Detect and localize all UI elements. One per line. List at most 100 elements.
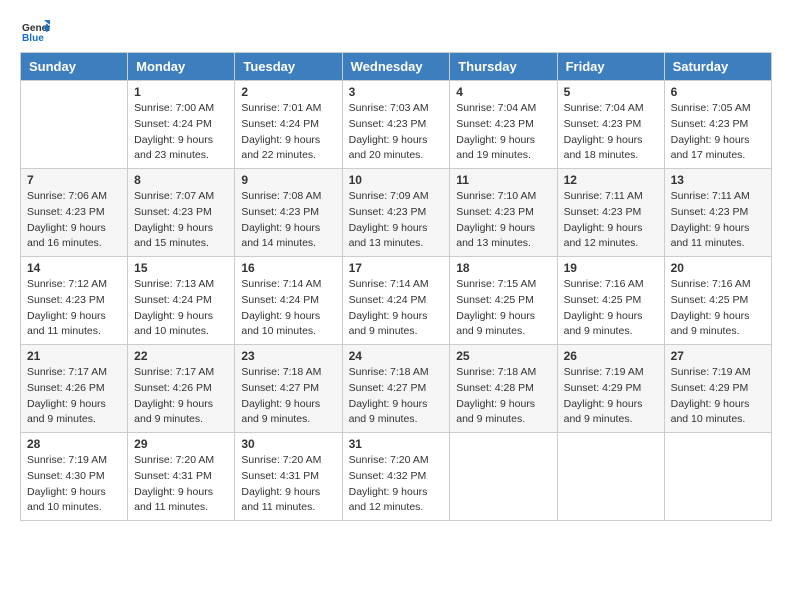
day-info: Sunrise: 7:04 AMSunset: 4:23 PMDaylight:…: [456, 101, 550, 164]
calendar-cell: 29Sunrise: 7:20 AMSunset: 4:31 PMDayligh…: [128, 433, 235, 521]
day-info: Sunrise: 7:10 AMSunset: 4:23 PMDaylight:…: [456, 189, 550, 252]
calendar-cell: 25 Sunrise: 7:18 AMSunset: 4:28 PMDayligh…: [450, 345, 557, 433]
day-number: 2: [241, 85, 335, 99]
calendar-cell: 6 Sunrise: 7:05 AMSunset: 4:23 PMDaylight…: [664, 81, 771, 169]
calendar-header-row: SundayMondayTuesdayWednesdayThursdayFrid…: [21, 53, 772, 81]
day-info: Sunrise: 7:17 AMSunset: 4:26 PMDaylight:…: [27, 365, 121, 428]
svg-text:Blue: Blue: [22, 33, 44, 42]
column-header-monday: Monday: [128, 53, 235, 81]
calendar-cell: 30 Sunrise: 7:20 AMSunset: 4:31 PMDayligh…: [235, 433, 342, 521]
calendar-cell: 31Sunrise: 7:20 AMSunset: 4:32 PMDayligh…: [342, 433, 450, 521]
calendar-cell: [557, 433, 664, 521]
week-row-1: 7 Sunrise: 7:06 AMSunset: 4:23 PMDaylight…: [21, 169, 772, 257]
day-info: Sunrise: 7:17 AMSunset: 4:26 PMDaylight:…: [134, 365, 228, 428]
day-info: Sunrise: 7:18 AMSunset: 4:28 PMDaylight:…: [456, 365, 550, 428]
day-number: 7: [27, 173, 121, 187]
day-info: Sunrise: 7:08 AMSunset: 4:23 PMDaylight:…: [241, 189, 335, 252]
day-number: 30: [241, 437, 335, 451]
day-number: 23: [241, 349, 335, 363]
day-number: 8: [134, 173, 228, 187]
calendar-cell: [450, 433, 557, 521]
day-number: 31: [349, 437, 444, 451]
column-header-tuesday: Tuesday: [235, 53, 342, 81]
day-number: 4: [456, 85, 550, 99]
day-number: 18: [456, 261, 550, 275]
calendar-cell: [664, 433, 771, 521]
day-info: Sunrise: 7:20 AMSunset: 4:31 PMDaylight:…: [134, 453, 228, 516]
calendar-cell: [21, 81, 128, 169]
day-number: 1: [134, 85, 228, 99]
general-blue-icon: General Blue: [22, 20, 50, 42]
calendar-cell: 27 Sunrise: 7:19 AMSunset: 4:29 PMDayligh…: [664, 345, 771, 433]
calendar-cell: 23Sunrise: 7:18 AMSunset: 4:27 PMDayligh…: [235, 345, 342, 433]
calendar-cell: 18 Sunrise: 7:15 AMSunset: 4:25 PMDayligh…: [450, 257, 557, 345]
column-header-wednesday: Wednesday: [342, 53, 450, 81]
day-info: Sunrise: 7:07 AMSunset: 4:23 PMDaylight:…: [134, 189, 228, 252]
calendar-cell: 16 Sunrise: 7:14 AMSunset: 4:24 PMDayligh…: [235, 257, 342, 345]
day-number: 24: [349, 349, 444, 363]
day-info: Sunrise: 7:20 AMSunset: 4:31 PMDaylight:…: [241, 453, 335, 516]
day-info: Sunrise: 7:01 AMSunset: 4:24 PMDaylight:…: [241, 101, 335, 164]
day-info: Sunrise: 7:06 AMSunset: 4:23 PMDaylight:…: [27, 189, 121, 252]
day-number: 5: [564, 85, 658, 99]
day-info: Sunrise: 7:16 AMSunset: 4:25 PMDaylight:…: [671, 277, 765, 340]
day-info: Sunrise: 7:18 AMSunset: 4:27 PMDaylight:…: [349, 365, 444, 428]
day-info: Sunrise: 7:19 AMSunset: 4:29 PMDaylight:…: [564, 365, 658, 428]
day-number: 22: [134, 349, 228, 363]
week-row-3: 21 Sunrise: 7:17 AMSunset: 4:26 PMDayligh…: [21, 345, 772, 433]
day-number: 27: [671, 349, 765, 363]
day-number: 20: [671, 261, 765, 275]
calendar-cell: 12Sunrise: 7:11 AMSunset: 4:23 PMDayligh…: [557, 169, 664, 257]
calendar-cell: 22 Sunrise: 7:17 AMSunset: 4:26 PMDayligh…: [128, 345, 235, 433]
calendar-cell: 9 Sunrise: 7:08 AMSunset: 4:23 PMDaylight…: [235, 169, 342, 257]
column-header-thursday: Thursday: [450, 53, 557, 81]
calendar-cell: 28Sunrise: 7:19 AMSunset: 4:30 PMDayligh…: [21, 433, 128, 521]
day-info: Sunrise: 7:14 AMSunset: 4:24 PMDaylight:…: [349, 277, 444, 340]
calendar-table: SundayMondayTuesdayWednesdayThursdayFrid…: [20, 52, 772, 521]
day-number: 21: [27, 349, 121, 363]
column-header-sunday: Sunday: [21, 53, 128, 81]
day-number: 25: [456, 349, 550, 363]
page-container: General Blue SundayMondayTuesdayWednesda…: [20, 20, 772, 521]
logo: General Blue: [20, 20, 54, 42]
day-info: Sunrise: 7:14 AMSunset: 4:24 PMDaylight:…: [241, 277, 335, 340]
day-info: Sunrise: 7:11 AMSunset: 4:23 PMDaylight:…: [564, 189, 658, 252]
calendar-cell: 7 Sunrise: 7:06 AMSunset: 4:23 PMDaylight…: [21, 169, 128, 257]
week-row-4: 28Sunrise: 7:19 AMSunset: 4:30 PMDayligh…: [21, 433, 772, 521]
calendar-cell: 5 Sunrise: 7:04 AMSunset: 4:23 PMDaylight…: [557, 81, 664, 169]
calendar-cell: 13 Sunrise: 7:11 AMSunset: 4:23 PMDayligh…: [664, 169, 771, 257]
day-info: Sunrise: 7:19 AMSunset: 4:29 PMDaylight:…: [671, 365, 765, 428]
day-number: 16: [241, 261, 335, 275]
week-row-0: 1 Sunrise: 7:00 AMSunset: 4:24 PMDaylight…: [21, 81, 772, 169]
day-info: Sunrise: 7:12 AMSunset: 4:23 PMDaylight:…: [27, 277, 121, 340]
day-number: 9: [241, 173, 335, 187]
calendar-cell: 19Sunrise: 7:16 AMSunset: 4:25 PMDayligh…: [557, 257, 664, 345]
day-number: 13: [671, 173, 765, 187]
day-info: Sunrise: 7:15 AMSunset: 4:25 PMDaylight:…: [456, 277, 550, 340]
day-info: Sunrise: 7:19 AMSunset: 4:30 PMDaylight:…: [27, 453, 121, 516]
calendar-cell: 14 Sunrise: 7:12 AMSunset: 4:23 PMDayligh…: [21, 257, 128, 345]
calendar-cell: 26 Sunrise: 7:19 AMSunset: 4:29 PMDayligh…: [557, 345, 664, 433]
day-number: 26: [564, 349, 658, 363]
day-info: Sunrise: 7:13 AMSunset: 4:24 PMDaylight:…: [134, 277, 228, 340]
day-number: 11: [456, 173, 550, 187]
day-info: Sunrise: 7:09 AMSunset: 4:23 PMDaylight:…: [349, 189, 444, 252]
day-number: 3: [349, 85, 444, 99]
day-info: Sunrise: 7:11 AMSunset: 4:23 PMDaylight:…: [671, 189, 765, 252]
header: General Blue: [20, 20, 772, 42]
day-info: Sunrise: 7:04 AMSunset: 4:23 PMDaylight:…: [564, 101, 658, 164]
day-info: Sunrise: 7:00 AMSunset: 4:24 PMDaylight:…: [134, 101, 228, 164]
calendar-cell: 3 Sunrise: 7:03 AMSunset: 4:23 PMDaylight…: [342, 81, 450, 169]
day-number: 19: [564, 261, 658, 275]
calendar-cell: 2 Sunrise: 7:01 AMSunset: 4:24 PMDaylight…: [235, 81, 342, 169]
day-info: Sunrise: 7:03 AMSunset: 4:23 PMDaylight:…: [349, 101, 444, 164]
calendar-cell: 21 Sunrise: 7:17 AMSunset: 4:26 PMDayligh…: [21, 345, 128, 433]
calendar-cell: 10Sunrise: 7:09 AMSunset: 4:23 PMDayligh…: [342, 169, 450, 257]
column-header-friday: Friday: [557, 53, 664, 81]
day-number: 14: [27, 261, 121, 275]
calendar-cell: 8 Sunrise: 7:07 AMSunset: 4:23 PMDaylight…: [128, 169, 235, 257]
day-number: 6: [671, 85, 765, 99]
day-info: Sunrise: 7:05 AMSunset: 4:23 PMDaylight:…: [671, 101, 765, 164]
day-number: 15: [134, 261, 228, 275]
calendar-cell: 24 Sunrise: 7:18 AMSunset: 4:27 PMDayligh…: [342, 345, 450, 433]
